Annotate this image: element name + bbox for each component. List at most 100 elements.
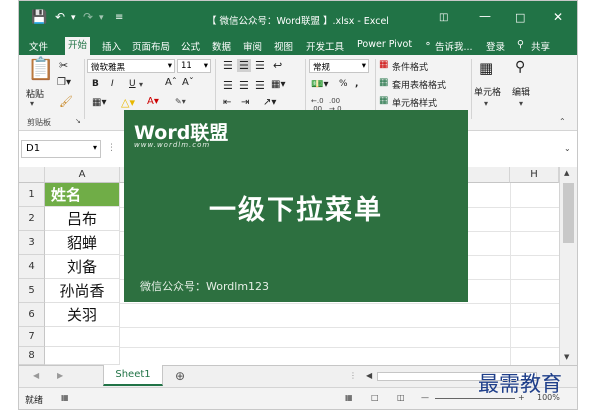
fill-color-icon[interactable]: △▾ [121, 96, 135, 109]
row-header-3[interactable]: 3 [19, 231, 45, 255]
tab-developer[interactable]: 开发工具 [306, 39, 344, 53]
row-header-2[interactable]: 2 [19, 207, 45, 231]
font-color-icon[interactable]: A▾ [147, 96, 159, 107]
cut-icon[interactable]: ✂ [59, 59, 68, 72]
ribbon-display-icon[interactable]: ◫ [439, 12, 448, 23]
expand-formula-icon[interactable]: ⌄ [564, 144, 571, 153]
maximize-icon[interactable]: □ [515, 11, 525, 24]
cells-icon[interactable]: ▦ [479, 59, 493, 77]
scroll-down-icon[interactable]: ▼ [564, 353, 569, 361]
align-top-icon[interactable]: ☰ [223, 59, 233, 72]
page-break-view-icon[interactable]: ◫ [397, 393, 405, 402]
align-center-icon[interactable]: ☰ [239, 79, 249, 92]
chevron-down-icon[interactable]: ▾ [139, 80, 143, 89]
orientation-icon[interactable]: ↗▾ [263, 97, 276, 108]
vertical-scrollbar[interactable]: ▲ ▼ [559, 167, 577, 365]
increase-indent-icon[interactable]: ⇥ [241, 97, 249, 108]
tab-data[interactable]: 数据 [212, 39, 231, 53]
chevron-down-icon[interactable]: ▾ [71, 13, 76, 23]
shrink-font-icon[interactable]: Aˇ [182, 77, 194, 88]
merge-center-icon[interactable]: ▦▾ [271, 79, 285, 90]
cell-a6[interactable]: 关羽 [45, 303, 120, 327]
tell-me-input[interactable]: 告诉我... [435, 39, 473, 53]
decrease-indent-icon[interactable]: ⇤ [223, 97, 231, 108]
redo-icon[interactable]: ↷ [83, 10, 93, 24]
paste-icon[interactable]: 📋 [27, 57, 54, 82]
accounting-format-icon[interactable]: 💵▾ [311, 79, 328, 90]
row-header-6[interactable]: 6 [19, 303, 45, 327]
next-sheet-icon[interactable]: ▶ [57, 371, 63, 380]
cell-a5[interactable]: 孙尚香 [45, 279, 120, 303]
comma-style-icon[interactable]: , [355, 79, 358, 89]
login-link[interactable]: 登录 [486, 39, 505, 53]
scroll-left-icon[interactable]: ◀ [366, 371, 372, 380]
chevron-down-icon[interactable]: ▾ [484, 99, 488, 108]
row-header-4[interactable]: 4 [19, 255, 45, 279]
page-layout-view-icon[interactable]: □ [371, 393, 379, 402]
number-format-select[interactable]: 常规 ▾ [309, 59, 369, 73]
save-icon[interactable]: 💾 [31, 10, 47, 25]
cell-a4[interactable]: 刘备 [45, 255, 120, 279]
sheet-tab-sheet1[interactable]: Sheet1 [103, 365, 163, 386]
macro-record-icon[interactable]: ▦ [61, 393, 69, 402]
select-all-corner[interactable] [19, 167, 45, 183]
phonetic-icon[interactable]: ✎▾ [175, 97, 186, 106]
tab-home[interactable]: 开始 [65, 37, 91, 55]
editing-button[interactable]: 编辑 [512, 85, 530, 98]
format-painter-icon[interactable]: 🖌 [59, 95, 73, 108]
find-icon[interactable]: ⚲ [515, 59, 525, 75]
row-header-5[interactable]: 5 [19, 279, 45, 303]
align-right-icon[interactable]: ☰ [255, 79, 265, 92]
minimize-icon[interactable]: — [479, 9, 491, 23]
scroll-up-icon[interactable]: ▲ [564, 169, 569, 177]
wrap-text-icon[interactable]: ↩ [273, 59, 282, 72]
cell-a7[interactable] [45, 327, 120, 347]
dialog-launcher-icon[interactable]: ↘ [75, 117, 81, 125]
bold-button[interactable]: B [92, 79, 99, 89]
align-bottom-icon[interactable]: ☰ [255, 59, 265, 72]
copy-icon[interactable]: ❐▾ [57, 77, 71, 88]
row-header-1[interactable]: 1 [19, 183, 45, 207]
scroll-thumb[interactable] [563, 183, 574, 243]
collapse-ribbon-icon[interactable]: ⌃ [559, 117, 566, 126]
zoom-slider[interactable] [435, 398, 515, 399]
tab-review[interactable]: 审阅 [243, 39, 262, 53]
percent-icon[interactable]: % [339, 79, 348, 89]
font-size-select[interactable]: 11 ▾ [177, 59, 211, 73]
cell-a3[interactable]: 貂蝉 [45, 231, 120, 255]
name-box[interactable]: D1 ▾ [21, 140, 101, 158]
align-middle-icon[interactable]: ☰ [237, 59, 251, 72]
tab-insert[interactable]: 插入 [102, 39, 121, 53]
cell-style-button[interactable]: 单元格样式 [392, 96, 437, 109]
chevron-down-icon[interactable]: ▾ [30, 99, 34, 108]
chevron-down-icon[interactable]: ▾ [519, 99, 523, 108]
underline-button[interactable]: U [129, 79, 136, 89]
cells-button[interactable]: 单元格 [474, 85, 501, 98]
tab-file[interactable]: 文件 [29, 39, 48, 53]
cell-a2[interactable]: 吕布 [45, 207, 120, 231]
align-left-icon[interactable]: ☰ [223, 79, 233, 92]
italic-button[interactable]: I [111, 79, 114, 89]
border-icon[interactable]: ▦▾ [92, 97, 106, 108]
cell-a8[interactable] [45, 347, 120, 365]
zoom-out-icon[interactable]: — [421, 393, 429, 402]
prev-sheet-icon[interactable]: ◀ [33, 371, 39, 380]
customize-icon[interactable]: ≡ [115, 12, 123, 23]
table-format-button[interactable]: 套用表格格式 [392, 78, 446, 91]
row-header-8[interactable]: 8 [19, 347, 45, 365]
cell-a1[interactable]: 姓名 [45, 183, 120, 207]
column-header-h[interactable]: H [510, 167, 559, 183]
tab-page-layout[interactable]: 页面布局 [132, 39, 170, 53]
share-button[interactable]: 共享 [531, 39, 550, 53]
undo-icon[interactable]: ↶ [55, 10, 65, 24]
close-icon[interactable]: ✕ [553, 10, 563, 24]
grow-font-icon[interactable]: Aˆ [165, 77, 177, 88]
font-name-select[interactable]: 微软雅黑 ▾ [87, 59, 175, 73]
column-header-a[interactable]: A [45, 167, 120, 183]
normal-view-icon[interactable]: ▦ [345, 393, 353, 402]
tab-power-pivot[interactable]: Power Pivot [357, 39, 412, 50]
row-header-7[interactable]: 7 [19, 327, 45, 347]
chevron-down-icon[interactable]: ▾ [99, 13, 104, 23]
add-sheet-icon[interactable]: ⊕ [175, 369, 185, 383]
paste-label[interactable]: 粘贴 [26, 87, 44, 100]
